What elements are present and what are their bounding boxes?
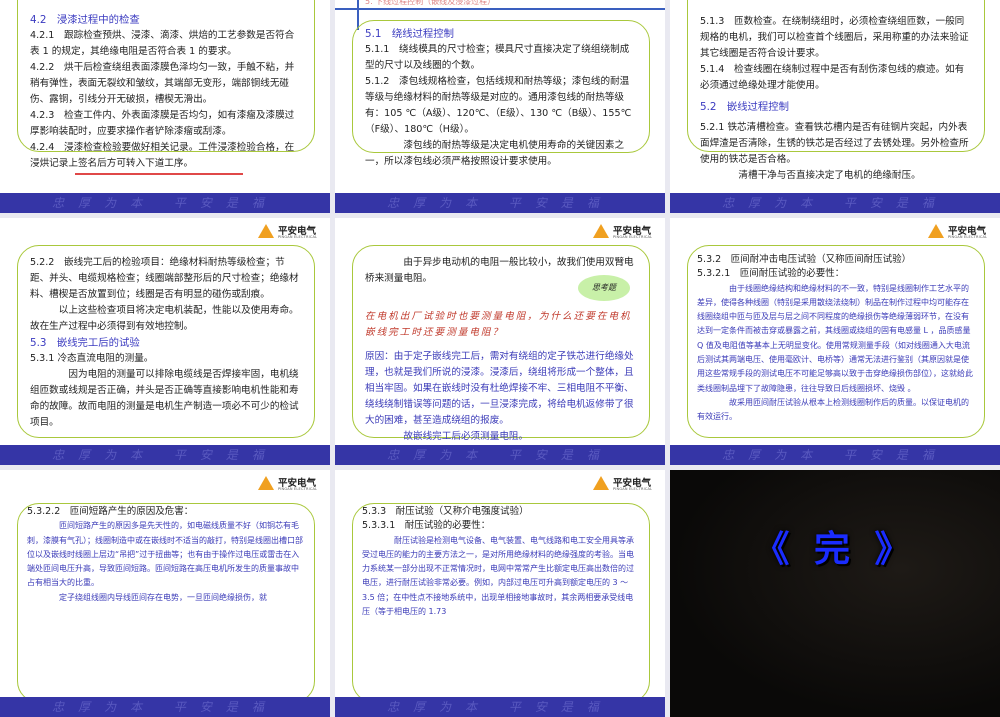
paragraph: 5.2.1 铁芯清槽检查。查看铁芯槽内是否有硅钢片突起，内外表面焊渣是否清除，生…	[700, 122, 969, 165]
slide-content: 5.3.2.2 匝间短路产生的原因及危害： 匝间短路产生的原因多是先天性的，如电磁…	[27, 505, 305, 605]
slide-content: 5.1 绕线过程控制 5.1.1 绕线模具的尺寸检查；模具尺寸直接决定了绕组绕制成…	[365, 26, 637, 170]
paragraph: 4.2.4 浸漆检查检验要做好相关记录。工件浸漆检验合格，在浸烘记录上签名后方可…	[30, 142, 295, 169]
footer-bar: 忠厚为本 平安是福	[0, 697, 330, 717]
paragraph: 5.1.1 绕线模具的尺寸检查；模具尺寸直接决定了绕组绕制成型的尺寸以及线圈的个…	[365, 44, 630, 71]
paragraph: 定子绕组线圈内导线匝间存在电势，一旦匝间绝缘损伤，就	[59, 592, 267, 602]
paragraph: 因为电阻的测量可以排除电缆线是否焊接牢固，电机绕组匝数或线规是否正确，并头是否正…	[30, 369, 299, 428]
company-logo: 平安电气 PINGAN ELECTRICAL	[593, 476, 657, 494]
paragraph: 5.3.1 冷态直流电阻的测量。	[30, 353, 154, 364]
logo-subtitle: PINGAN ELECTRICAL	[278, 235, 318, 239]
paragraph: 5.3.2.1 匝间耐压试验的必要性：	[697, 268, 845, 280]
slide-content: 4.2 浸漆过程中的检查 4.2.1 跟踪检查预烘、浸漆、滴漆、烘焙的工艺参数是否…	[30, 12, 302, 172]
red-underline	[75, 173, 243, 175]
section-heading: 5.1 绕线过程控制	[365, 28, 454, 40]
footer-bar: 忠厚为本 平安是福	[670, 445, 1000, 465]
footer-bar: 忠厚为本 平安是福	[335, 697, 665, 717]
slide-thumbnail-2[interactable]: 5. 下线过程控制（嵌线及浸漆过程） 5.1 绕线过程控制 5.1.1 绕线模具的尺…	[335, 0, 665, 213]
paragraph: 以上这些检查项目将决定电机装配，性能以及使用寿命。故在生产过程中必须得到有效地控…	[30, 305, 299, 332]
thought-bubble: 思考题	[578, 275, 630, 301]
paragraph: 5.1.3 匝数检查。在绕制绕组时，必须检查绕组匝数，一般同规格的电机，我们可以…	[700, 16, 969, 59]
logo-subtitle: PINGAN ELECTRICAL	[278, 487, 318, 491]
company-logo: 平安电气 PINGAN ELECTRICAL	[593, 224, 657, 242]
slide-header-title: 5. 下线过程控制（嵌线及浸漆过程）	[365, 0, 496, 6]
section-heading: 5.3 嵌线完工后的试验	[30, 337, 140, 349]
paragraph: 由于线圈绝缘结构和绝缘材料的不一致，特别是线圈制作工艺水平的差异，使得各种线圈（…	[697, 283, 973, 393]
paragraph: 5.1.2 漆包线规格检查，包括线规和耐热等级；漆包线的耐温等级与绝缘材料的耐热…	[365, 76, 632, 135]
footer-bar: 忠厚为本 平安是福	[0, 445, 330, 465]
paragraph: 5.3.2.2 匝间短路产生的原因及危害：	[27, 506, 194, 517]
paragraph: 5.2.2 嵌线完工后的检验项目：绝缘材料耐热等级检查；节距、并头、电缆规格检查…	[30, 257, 299, 300]
slide-thumbnail-4[interactable]: 平安电气 PINGAN ELECTRICAL 5.2.2 嵌线完工后的检验项目：绝缘…	[0, 218, 330, 465]
slide-content: 5.3.3 耐压试验（又称介电强度试验） 5.3.3.1 耐压试验的必要性： 耐压试…	[362, 505, 640, 619]
logo-triangle-icon	[258, 224, 274, 238]
paragraph: 5.3.3 耐压试验（又称介电强度试验）	[362, 506, 529, 517]
paragraph: 漆包线的耐热等级是决定电机使用寿命的关键因素之一，所以漆包线必须严格按照设计要求…	[365, 140, 625, 167]
logo-subtitle: PINGAN ELECTRICAL	[613, 235, 653, 239]
logo-subtitle: PINGAN ELECTRICAL	[948, 235, 988, 239]
paragraph: 耐压试验是检测电气设备、电气装置、电气线路和电工安全用具等承受过电压的能力的主要…	[362, 535, 634, 617]
slide-thumbnail-8[interactable]: 平安电气 PINGAN ELECTRICAL 5.3.3 耐压试验（又称介电强度试验…	[335, 470, 665, 717]
slide-thumbnail-5[interactable]: 平安电气 PINGAN ELECTRICAL 由于异步电动机的电阻一般比较小，故我们…	[335, 218, 665, 465]
paragraph: 匝间短路产生的原因多是先天性的，如电磁线质量不好（如铜芯有毛刺，漆膜有气孔）；线…	[27, 521, 303, 588]
company-logo: 平安电气 PINGAN ELECTRICAL	[258, 476, 322, 494]
slide-thumbnail-7[interactable]: 平安电气 PINGAN ELECTRICAL 5.3.2.2 匝间短路产生的原因及危…	[0, 470, 330, 717]
section-heading: 5.2 嵌线过程控制	[700, 101, 789, 113]
end-title: 《 完 》	[753, 529, 917, 570]
footer-bar: 忠厚为本 平安是福	[670, 193, 1000, 213]
company-logo: 平安电气 PINGAN ELECTRICAL	[928, 224, 992, 242]
slide-thumbnail-9[interactable]: 《 完 》	[670, 470, 1000, 717]
logo-triangle-icon	[928, 224, 944, 238]
paragraph: 原因：由于定子嵌线完工后，需对有绕组的定子铁芯进行绝缘处理，也就是我们所说的浸漆…	[365, 351, 634, 426]
footer-bar: 忠厚为本 平安是福	[335, 445, 665, 465]
logo-subtitle: PINGAN ELECTRICAL	[613, 487, 653, 491]
footer-bar: 忠厚为本 平安是福	[0, 193, 330, 213]
footer-bar: 忠厚为本 平安是福	[335, 193, 665, 213]
section-heading: 4.2 浸漆过程中的检查	[30, 14, 140, 26]
logo-triangle-icon	[593, 476, 609, 490]
slide-thumbnail-6[interactable]: 平安电气 PINGAN ELECTRICAL 5.3.2 匝间耐冲击电压试验（又称匝…	[670, 218, 1000, 465]
header-rule-horizontal	[335, 8, 665, 10]
company-logo: 平安电气 PINGAN ELECTRICAL	[258, 224, 322, 242]
slide-thumbnail-3[interactable]: 5.1.3 匝数检查。在绕制绕组时，必须检查绕组匝数，一般同规格的电机，我们可以…	[670, 0, 1000, 213]
slide-content: 5.1.3 匝数检查。在绕制绕组时，必须检查绕组匝数，一般同规格的电机，我们可以…	[700, 14, 972, 184]
slide-content: 5.2.2 嵌线完工后的检验项目：绝缘材料耐热等级检查；节距、并头、电缆规格检查…	[30, 255, 302, 431]
paragraph: 在电机出厂试验时也要测量电阻，为什么还要在电机嵌线完工时还要测量电阻？	[365, 311, 632, 338]
paragraph: 4.2.2 烘干后检查绕组表面漆膜色泽均匀一致，手触不粘，并稍有弹性，表面无裂纹…	[30, 62, 295, 105]
paragraph: 故嵌线完工后必须测量电阻。	[403, 431, 529, 442]
paragraph: 5.1.4 检查线圈在绕制过程中是否有刮伤漆包线的痕迹。如有必须通过绝缘处理才能…	[700, 64, 965, 91]
paragraph: 5.3.3.1 耐压试验的必要性：	[362, 520, 491, 532]
slide-thumbnail-1[interactable]: 4.2 浸漆过程中的检查 4.2.1 跟踪检查预烘、浸漆、滴漆、烘焙的工艺参数是否…	[0, 0, 330, 213]
slide-content: 5.3.2 匝间耐冲击电压试验（又称匝间耐压试验） 5.3.2.1 匝间耐压试验的…	[697, 253, 975, 425]
logo-triangle-icon	[258, 476, 274, 490]
paragraph: 故采用匝间耐压试验从根本上检测线圈制作后的质量。以保证电机的有效运行。	[697, 397, 969, 422]
logo-triangle-icon	[593, 224, 609, 238]
paragraph: 4.2.3 检查工件内、外表面漆膜是否均匀，如有漆瘤及漆膜过厚影响装配时，应要求…	[30, 110, 295, 137]
paragraph: 清槽干净与否直接决定了电机的绝缘耐压。	[738, 170, 921, 181]
paragraph: 5.3.2 匝间耐冲击电压试验（又称匝间耐压试验）	[697, 254, 912, 265]
paragraph: 4.2.1 跟踪检查预烘、浸漆、滴漆、烘焙的工艺参数是否符合表 1 的规定，其绝…	[30, 30, 295, 57]
